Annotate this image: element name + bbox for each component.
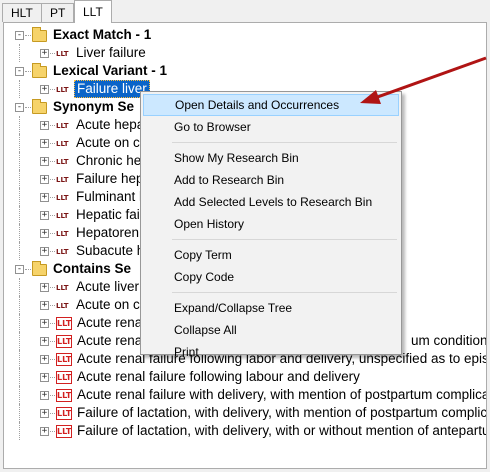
annotation-arrow xyxy=(360,56,487,104)
arrow-head xyxy=(360,90,381,104)
arrow-shaft xyxy=(371,56,487,101)
